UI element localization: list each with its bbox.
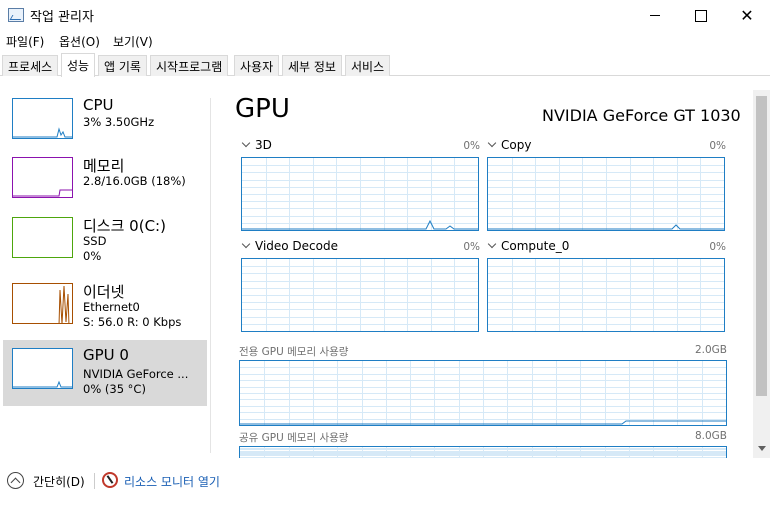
- perf-item-label: CPU: [83, 96, 114, 114]
- tab-app-history[interactable]: 앱 기록: [98, 55, 147, 76]
- chevron-down-icon: [241, 239, 251, 249]
- ethernet-thumbnail-graph: [12, 283, 73, 324]
- tab-startup[interactable]: 시작프로그램: [150, 55, 229, 76]
- graph-percent: 0%: [463, 241, 480, 253]
- gpu-model-name: NVIDIA GeForce GT 1030: [542, 106, 741, 125]
- dedicated-memory-label: 전용 GPU 메모리 사용량: [239, 346, 349, 358]
- perf-item-detail: 2.8/16.0GB (18%): [83, 174, 186, 188]
- tab-details[interactable]: 세부 정보: [282, 55, 342, 76]
- graph-grid: [242, 259, 478, 331]
- perf-item-memory[interactable]: 메모리 2.8/16.0GB (18%): [3, 149, 207, 215]
- graph-dedicated-memory: [239, 360, 727, 426]
- graph-selector-video-decode[interactable]: Video Decode: [241, 239, 338, 253]
- open-resource-monitor-link[interactable]: 리소스 모니터 열기: [124, 473, 220, 490]
- dedicated-memory-max: 2.0GB: [694, 344, 727, 356]
- scroll-down-arrow-icon[interactable]: [758, 446, 766, 451]
- tab-processes[interactable]: 프로세스: [2, 55, 59, 76]
- tab-services[interactable]: 서비스: [345, 55, 391, 76]
- shared-memory-max: 8.0GB: [694, 430, 727, 442]
- chevron-down-icon: [487, 239, 497, 249]
- perf-item-detail: S: 56.0 R: 0 Kbps: [83, 315, 182, 329]
- tab-performance[interactable]: 성능: [61, 53, 96, 77]
- menu-options[interactable]: 옵션(O): [59, 33, 100, 50]
- menu-bar: 파일(F) 옵션(O) 보기(V): [0, 31, 770, 51]
- menu-view[interactable]: 보기(V): [113, 33, 153, 50]
- graph-copy: [487, 157, 725, 231]
- chevron-up-circle-icon[interactable]: [7, 472, 24, 489]
- perf-item-detail: 3% 3.50GHz: [83, 115, 155, 129]
- perf-item-detail: SSD: [83, 234, 107, 248]
- menu-file[interactable]: 파일(F): [6, 33, 44, 50]
- graph-title: 3D: [255, 138, 272, 152]
- graph-compute-0: [487, 258, 725, 332]
- memory-thumbnail-graph: [12, 157, 73, 198]
- graph-percent: 0%: [709, 140, 726, 152]
- resource-monitor-icon[interactable]: [102, 472, 118, 488]
- perf-item-label: 디스크 0(C:): [83, 217, 166, 235]
- tab-bar: 프로세스 성능 앱 기록 시작프로그램 사용자 세부 정보 서비스: [0, 53, 770, 77]
- footer-divider: [94, 473, 95, 489]
- graph-shared-memory: [239, 446, 727, 458]
- graph-grid: [242, 158, 478, 230]
- graph-grid: [240, 361, 726, 425]
- graph-selector-copy[interactable]: Copy: [487, 138, 531, 152]
- performance-list: CPU 3% 3.50GHz 메모리 2.8/16.0GB (18%) 디스크 …: [0, 90, 210, 460]
- title-bar: 작업 관리자 ✕: [0, 0, 770, 31]
- perf-item-label: 메모리: [83, 157, 125, 175]
- close-icon: ✕: [740, 6, 754, 25]
- perf-item-cpu[interactable]: CPU 3% 3.50GHz: [3, 90, 207, 156]
- close-button[interactable]: ✕: [724, 0, 770, 31]
- perf-item-label: GPU 0: [83, 346, 129, 364]
- minimize-button[interactable]: [632, 0, 678, 31]
- fewer-details-button[interactable]: 간단히(D): [33, 473, 85, 490]
- graph-title: Copy: [501, 138, 532, 152]
- perf-item-ethernet[interactable]: 이더넷 Ethernet0 S: 56.0 R: 0 Kbps: [3, 275, 207, 341]
- perf-item-detail: NVIDIA GeForce ...: [83, 367, 189, 381]
- graph-selector-compute-0[interactable]: Compute_0: [487, 239, 569, 253]
- tab-users[interactable]: 사용자: [234, 55, 280, 76]
- perf-item-gpu[interactable]: GPU 0 NVIDIA GeForce ... 0% (35 °C): [3, 340, 207, 406]
- task-manager-icon: [8, 8, 24, 22]
- perf-item-detail: 0%: [83, 249, 102, 263]
- graph-selector-3d[interactable]: 3D: [241, 138, 272, 152]
- graph-percent: 0%: [709, 241, 726, 253]
- graph-title: Compute_0: [501, 239, 570, 253]
- perf-item-label: 이더넷: [83, 283, 125, 301]
- graph-3d: [241, 157, 479, 231]
- perf-item-detail: Ethernet0: [83, 300, 140, 314]
- chevron-down-icon: [241, 138, 251, 148]
- graph-grid: [240, 447, 726, 458]
- graph-title: Video Decode: [255, 239, 338, 253]
- graph-video-decode: [241, 258, 479, 332]
- gpu-thumbnail-graph: [12, 348, 73, 389]
- list-divider: [210, 98, 211, 453]
- graph-percent: 0%: [463, 140, 480, 152]
- scrollbar-thumb[interactable]: [756, 96, 767, 396]
- maximize-button[interactable]: [678, 0, 724, 31]
- graph-grid: [488, 158, 724, 230]
- window-title: 작업 관리자: [30, 10, 94, 25]
- disk-thumbnail-graph: [12, 217, 73, 258]
- graph-grid: [488, 259, 724, 331]
- page-title: GPU: [235, 94, 290, 124]
- perf-item-disk[interactable]: 디스크 0(C:) SSD 0%: [3, 209, 207, 275]
- cpu-thumbnail-graph: [12, 98, 73, 139]
- footer: 간단히(D) 리소스 모니터 열기: [0, 464, 770, 498]
- perf-item-detail: 0% (35 °C): [83, 382, 146, 396]
- shared-memory-label: 공유 GPU 메모리 사용량: [239, 432, 349, 444]
- vertical-scrollbar[interactable]: [753, 90, 770, 458]
- chevron-down-icon: [487, 138, 497, 148]
